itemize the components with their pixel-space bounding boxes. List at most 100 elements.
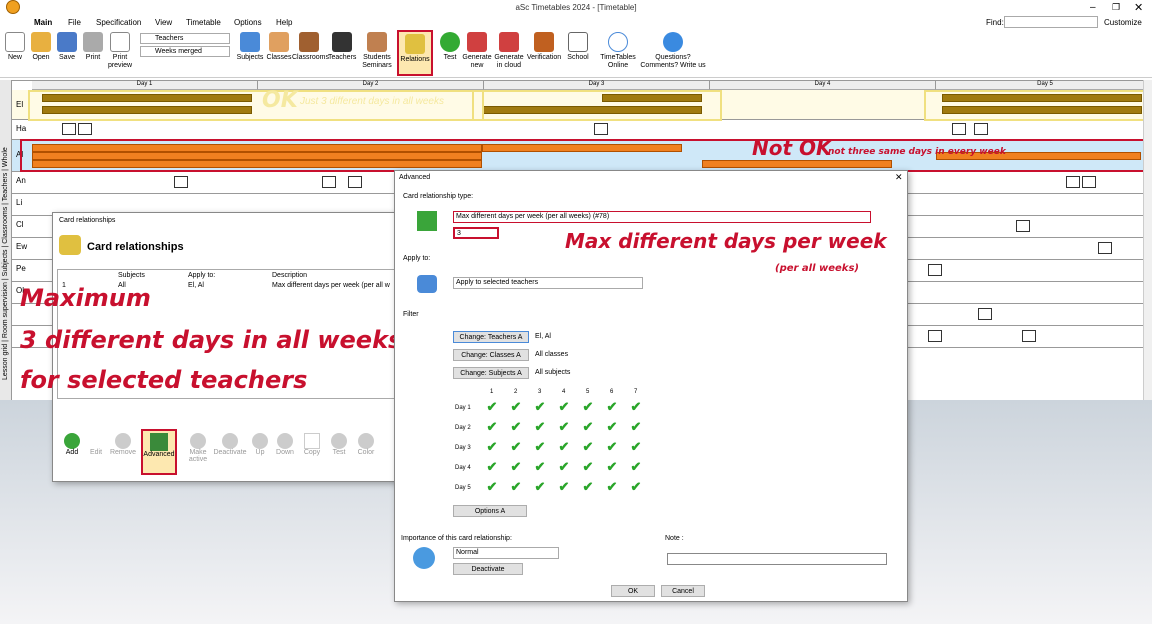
empty-slot[interactable] xyxy=(1082,176,1096,188)
empty-slot[interactable] xyxy=(174,176,188,188)
col-subjects[interactable]: Subjects xyxy=(118,272,145,279)
period-check[interactable]: ✔ xyxy=(581,480,595,493)
relations-button[interactable]: Relations xyxy=(397,30,433,76)
vertical-tabs-label[interactable]: Lesson grid | Room supervision | Subject… xyxy=(2,100,9,380)
empty-slot[interactable] xyxy=(348,176,362,188)
period-check[interactable]: ✔ xyxy=(629,440,643,453)
period-check[interactable]: ✔ xyxy=(485,480,499,493)
copy-button[interactable]: Copy xyxy=(301,433,323,456)
menu-help[interactable]: Help xyxy=(276,18,292,27)
empty-slot[interactable] xyxy=(1022,330,1036,342)
print-preview-button[interactable]: Print preview xyxy=(106,32,134,70)
period-check[interactable]: ✔ xyxy=(533,440,547,453)
vertical-scrollbar[interactable] xyxy=(1143,80,1152,400)
period-check[interactable]: ✔ xyxy=(509,420,523,433)
period-check[interactable]: ✔ xyxy=(557,480,571,493)
save-button[interactable]: Save xyxy=(56,32,78,62)
change-subjects-button[interactable]: Change: Subjects A xyxy=(453,367,529,379)
col-description[interactable]: Description xyxy=(272,272,307,279)
period-check[interactable]: ✔ xyxy=(605,400,619,413)
period-check[interactable]: ✔ xyxy=(629,480,643,493)
view-select[interactable]: Teachers xyxy=(140,33,230,44)
add-button[interactable]: Add xyxy=(63,433,81,456)
teachers-button[interactable]: Teachers xyxy=(328,32,356,62)
open-button[interactable]: Open xyxy=(30,32,52,62)
deactivate-button[interactable]: Deactivate xyxy=(453,563,523,575)
minimize-icon[interactable]: – xyxy=(1090,2,1096,13)
period-check[interactable]: ✔ xyxy=(509,480,523,493)
menu-specification[interactable]: Specification xyxy=(96,18,141,27)
make-active-button[interactable]: Make active xyxy=(185,433,211,463)
maximize-icon[interactable]: ❐ xyxy=(1112,2,1120,13)
print-button[interactable]: Print xyxy=(82,32,104,62)
number-select[interactable]: 3 xyxy=(453,227,499,239)
deactivate-button[interactable]: Deactivate xyxy=(213,433,247,456)
period-check[interactable]: ✔ xyxy=(581,440,595,453)
verification-button[interactable]: Verification xyxy=(526,32,562,62)
empty-slot[interactable] xyxy=(978,308,992,320)
test-relation-button[interactable]: Test xyxy=(329,433,349,456)
period-check[interactable]: ✔ xyxy=(581,460,595,473)
importance-select[interactable]: Normal xyxy=(453,547,559,559)
subjects-button[interactable]: Subjects xyxy=(236,32,264,62)
type-select[interactable]: Max different days per week (per all wee… xyxy=(453,211,871,223)
period-check[interactable]: ✔ xyxy=(557,460,571,473)
weeks-select[interactable]: Weeks merged xyxy=(140,46,230,57)
customize-menu[interactable]: Customize xyxy=(1104,18,1142,27)
down-button[interactable]: Down xyxy=(273,433,297,456)
test-button[interactable]: Test xyxy=(438,32,462,62)
empty-slot[interactable] xyxy=(1098,242,1112,254)
period-check[interactable]: ✔ xyxy=(557,440,571,453)
menu-options[interactable]: Options xyxy=(234,18,262,27)
find-input[interactable] xyxy=(1004,16,1098,28)
empty-slot[interactable] xyxy=(974,123,988,135)
classes-button[interactable]: Classes xyxy=(266,32,292,62)
empty-slot[interactable] xyxy=(928,264,942,276)
period-check[interactable]: ✔ xyxy=(533,460,547,473)
edit-button[interactable]: Edit xyxy=(87,433,105,456)
menu-view[interactable]: View xyxy=(155,18,172,27)
period-check[interactable]: ✔ xyxy=(605,420,619,433)
classrooms-button[interactable]: Classrooms xyxy=(292,32,329,62)
advanced-button[interactable]: Advanced xyxy=(141,429,177,475)
menu-main[interactable]: Main xyxy=(34,18,52,27)
period-check[interactable]: ✔ xyxy=(485,420,499,433)
period-check[interactable]: ✔ xyxy=(629,420,643,433)
apply-select[interactable]: Apply to selected teachers xyxy=(453,277,643,289)
online-button[interactable]: TimeTables Online xyxy=(598,32,638,70)
period-check[interactable]: ✔ xyxy=(485,440,499,453)
period-check[interactable]: ✔ xyxy=(533,480,547,493)
change-teachers-button[interactable]: Change: Teachers A xyxy=(453,331,529,343)
period-check[interactable]: ✔ xyxy=(629,400,643,413)
menu-timetable[interactable]: Timetable xyxy=(186,18,221,27)
period-check[interactable]: ✔ xyxy=(557,420,571,433)
period-check[interactable]: ✔ xyxy=(533,420,547,433)
empty-slot[interactable] xyxy=(1016,220,1030,232)
period-check[interactable]: ✔ xyxy=(581,420,595,433)
period-check[interactable]: ✔ xyxy=(605,460,619,473)
options-button[interactable]: Options A xyxy=(453,505,527,517)
period-check[interactable]: ✔ xyxy=(509,400,523,413)
empty-slot[interactable] xyxy=(322,176,336,188)
remove-button[interactable]: Remove xyxy=(109,433,137,456)
period-check[interactable]: ✔ xyxy=(605,440,619,453)
grid-row-ha[interactable]: Ha xyxy=(12,120,1152,140)
questions-button[interactable]: Questions? Comments? Write us xyxy=(640,32,706,70)
period-check[interactable]: ✔ xyxy=(509,440,523,453)
empty-slot[interactable] xyxy=(62,123,76,135)
new-button[interactable]: New xyxy=(4,32,26,62)
generate-cloud-button[interactable]: Generate in cloud xyxy=(494,32,524,70)
cancel-button[interactable]: Cancel xyxy=(661,585,705,597)
period-check[interactable]: ✔ xyxy=(605,480,619,493)
students-button[interactable]: Students Seminars xyxy=(362,32,392,70)
change-classes-button[interactable]: Change: Classes A xyxy=(453,349,529,361)
empty-slot[interactable] xyxy=(1066,176,1080,188)
school-button[interactable]: School xyxy=(566,32,590,62)
period-check[interactable]: ✔ xyxy=(581,400,595,413)
close-icon[interactable]: ✕ xyxy=(1134,1,1143,14)
period-check[interactable]: ✔ xyxy=(485,460,499,473)
generate-new-button[interactable]: Generate new xyxy=(462,32,492,70)
empty-slot[interactable] xyxy=(952,123,966,135)
color-button[interactable]: Color xyxy=(355,433,377,456)
menu-file[interactable]: File xyxy=(68,18,81,27)
